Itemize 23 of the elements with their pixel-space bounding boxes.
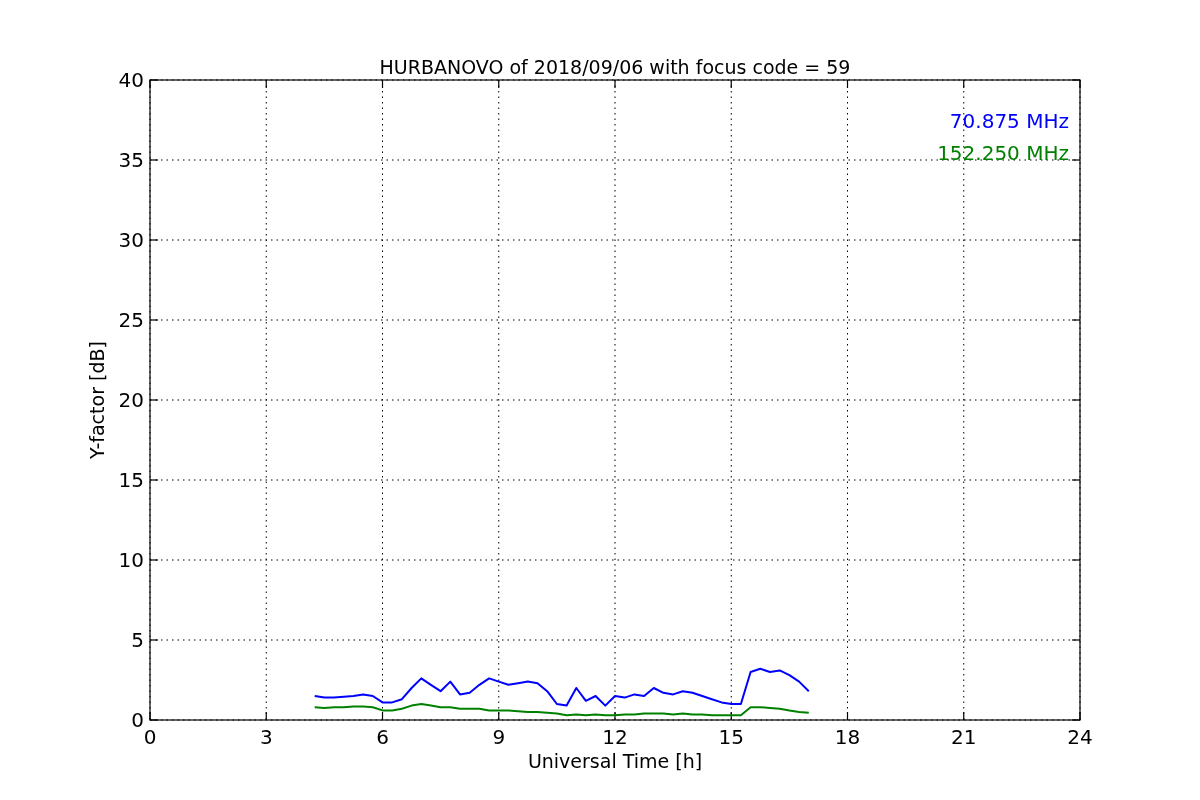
tick-label: 9 [492, 725, 506, 749]
tick-label: 0 [143, 725, 157, 749]
tick-label: 21 [951, 725, 977, 749]
tick-label: 25 [118, 308, 144, 332]
tick-label: 12 [602, 725, 628, 749]
tick-label: 5 [131, 628, 144, 652]
tick-label: 6 [376, 725, 389, 749]
tick-label: 15 [118, 468, 144, 492]
x-axis-label: Universal Time [h] [527, 750, 703, 772]
tick-label: 18 [834, 725, 861, 749]
tick-label: 3 [259, 725, 273, 749]
tick-label: 20 [118, 388, 144, 412]
legend-label: 152.250 MHz [937, 141, 1069, 165]
legend-label: 70.875 MHz [949, 109, 1069, 133]
tick-label: 0 [131, 708, 144, 732]
y-axis-label: Y-factor [dB] [86, 341, 108, 459]
tick-label: 35 [118, 148, 144, 172]
tick-label: 15 [718, 725, 744, 749]
tick-label: 40 [118, 68, 144, 92]
chart-title: HURBANOVO of 2018/09/06 with focus code = 59 [379, 56, 851, 78]
tick-label: 30 [118, 228, 144, 252]
tick-label: 24 [1067, 725, 1093, 749]
tick-label: 10 [118, 548, 144, 572]
